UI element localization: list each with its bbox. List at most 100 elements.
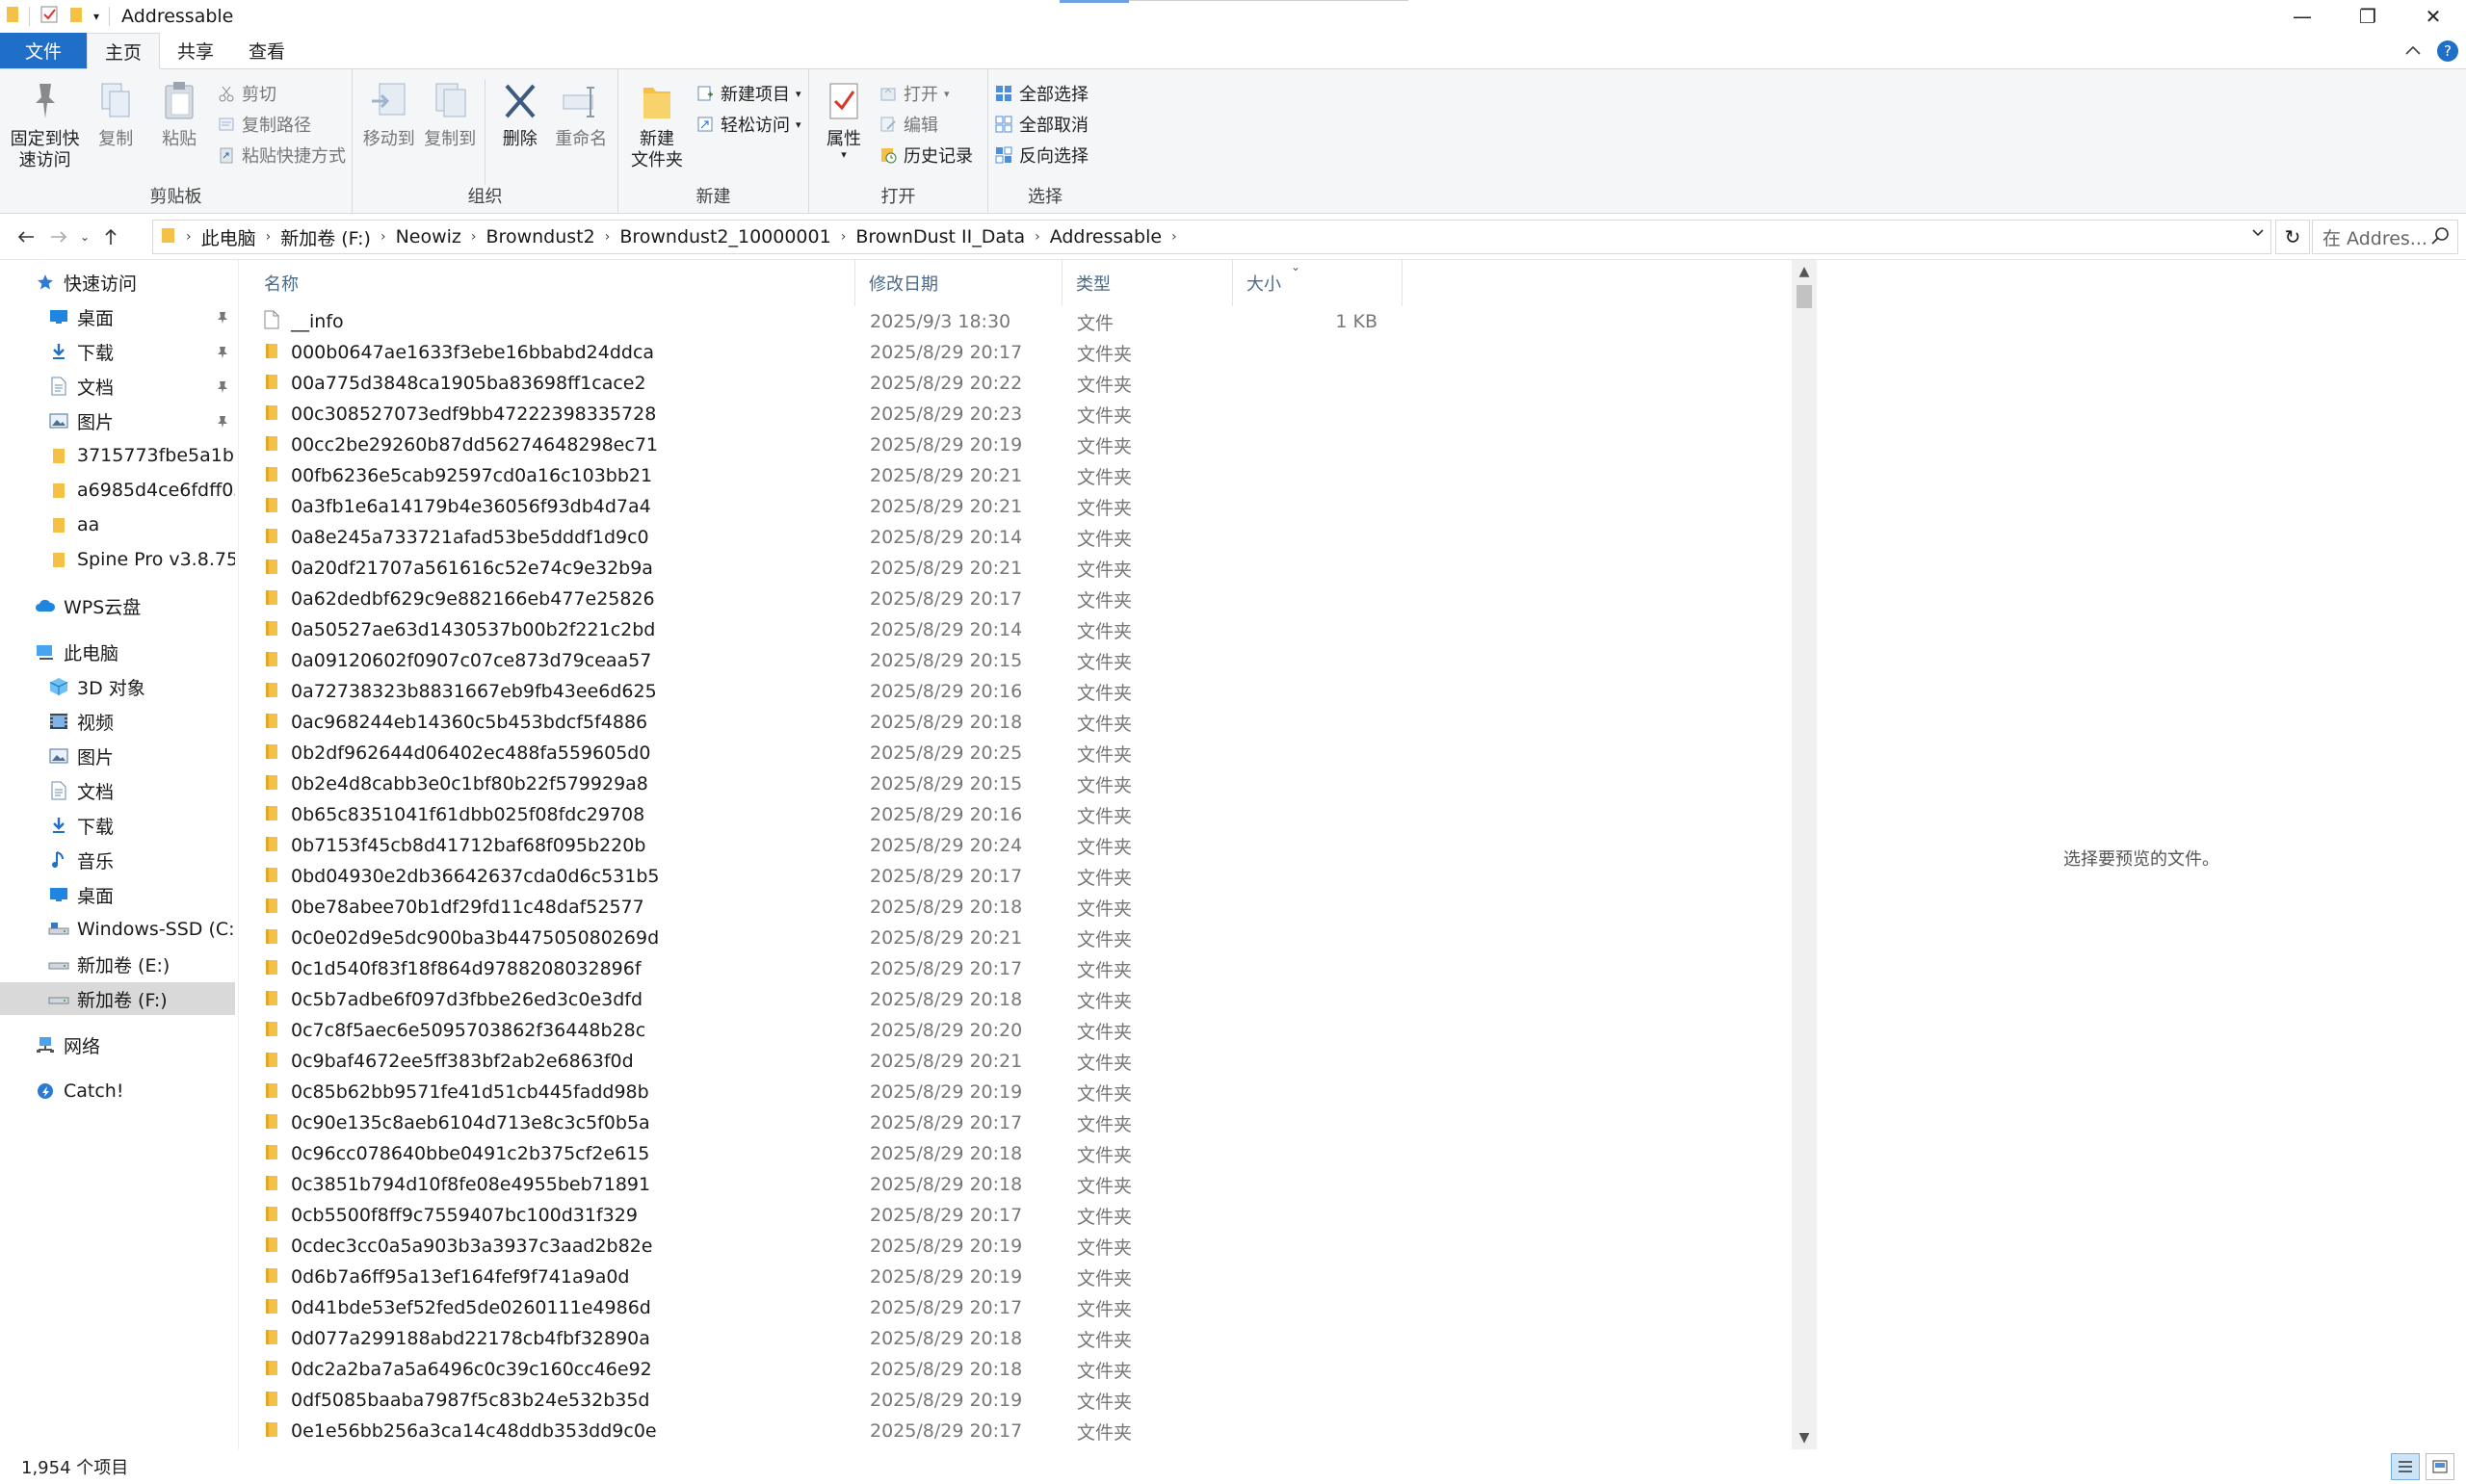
- file-row[interactable]: 0d6b7a6ff95a13ef164fef9f741a9a0d 2025/8/2…: [239, 1262, 1790, 1292]
- search-box[interactable]: 在 Addres...: [2312, 220, 2458, 254]
- new-item-button[interactable]: 新建项目 ▾: [695, 81, 801, 106]
- forward-button[interactable]: [42, 218, 75, 256]
- details-view-button[interactable]: [2391, 1453, 2420, 1480]
- sidebar-item[interactable]: Catch!: [0, 1075, 235, 1107]
- chevron-right-icon[interactable]: ›: [1169, 229, 1179, 245]
- history-button[interactable]: 历史记录: [879, 143, 973, 168]
- file-row[interactable]: 0a8e245a733721afad53be5dddf1d9c0 2025/8/2…: [239, 522, 1790, 553]
- qat-customize-icon[interactable]: ▾: [93, 10, 99, 23]
- sidebar-item[interactable]: 3D 对象: [0, 670, 235, 703]
- sidebar-item[interactable]: Spine Pro v3.8.75: [0, 543, 235, 576]
- file-row[interactable]: 0b65c8351041f61dbb025f08fdc29708 2025/8/2…: [239, 799, 1790, 830]
- scroll-down-icon[interactable]: ▼: [1792, 1426, 1817, 1449]
- file-row[interactable]: 0c85b62bb9571fe41d51cb445fadd98b 2025/8/2…: [239, 1077, 1790, 1107]
- file-row[interactable]: 0cdec3cc0a5a903b3a3937c3aad2b82e 2025/8/2…: [239, 1231, 1790, 1262]
- tab-home[interactable]: 主页: [87, 33, 161, 69]
- file-row[interactable]: 00cc2be29260b87dd56274648298ec71 2025/8/2…: [239, 430, 1790, 460]
- chevron-right-icon[interactable]: ›: [176, 229, 194, 245]
- qat-properties-icon[interactable]: [39, 5, 59, 28]
- file-row[interactable]: 0c1d540f83f18f864d9788208032896f 2025/8/2…: [239, 953, 1790, 984]
- file-row[interactable]: 0a20df21707a561616c52e74c9e32b9a 2025/8/2…: [239, 553, 1790, 584]
- sidebar-item[interactable]: Windows-SSD (C:): [0, 913, 235, 946]
- recent-locations-button[interactable]: ⌄: [75, 218, 94, 256]
- file-row[interactable]: 0b2df962644d06402ec488fa559605d0 2025/8/2…: [239, 738, 1790, 768]
- column-header-date[interactable]: 修改日期: [855, 260, 1062, 306]
- file-row[interactable]: 0a09120602f0907c07ce873d79ceaa57 2025/8/2…: [239, 645, 1790, 676]
- restore-button[interactable]: ❐: [2335, 0, 2400, 33]
- scroll-thumb[interactable]: [1797, 285, 1812, 308]
- file-row[interactable]: 0c90e135c8aeb6104d713e8c3c5f0b5a 2025/8/2…: [239, 1107, 1790, 1138]
- column-header-type[interactable]: 类型: [1062, 260, 1233, 306]
- file-row[interactable]: 0be78abee70b1df29fd11c48daf52577 2025/8/2…: [239, 892, 1790, 923]
- file-row[interactable]: 0d077a299188abd22178cb4fbf32890a 2025/8/2…: [239, 1323, 1790, 1354]
- copy-path-button[interactable]: 复制路径: [217, 112, 346, 137]
- sidebar-item[interactable]: 桌面: [0, 300, 235, 333]
- chevron-right-icon[interactable]: ›: [1033, 229, 1042, 245]
- file-row[interactable]: 0e1e56bb256a3ca14c48ddb353dd9c0e 2025/8/2…: [239, 1416, 1790, 1446]
- refresh-button[interactable]: ↻: [2275, 220, 2310, 254]
- sidebar-item[interactable]: 下载: [0, 809, 235, 842]
- breadcrumb-browndust2-10000001[interactable]: Browndust2_10000001: [612, 226, 838, 247]
- up-button[interactable]: [94, 218, 127, 256]
- sidebar-item[interactable]: 此电脑: [0, 636, 235, 668]
- chevron-right-icon[interactable]: ›: [469, 229, 479, 245]
- file-row[interactable]: 0d41bde53ef52fed5de0260111e4986d 2025/8/2…: [239, 1292, 1790, 1323]
- select-none-button[interactable]: 全部取消: [994, 112, 1089, 137]
- vertical-scrollbar[interactable]: ▲ ▼: [1792, 260, 1817, 1449]
- paste-shortcut-button[interactable]: 粘贴快捷方式: [217, 143, 346, 168]
- breadcrumb-browndust-ii-data[interactable]: BrownDust II_Data: [848, 226, 1033, 247]
- file-row[interactable]: 0c96cc078640bbe0491c2b375cf2e615 2025/8/2…: [239, 1138, 1790, 1169]
- chevron-right-icon[interactable]: ›: [379, 229, 388, 245]
- cut-button[interactable]: 剪切: [217, 81, 346, 106]
- back-button[interactable]: [10, 218, 42, 256]
- collapse-ribbon-icon[interactable]: [2404, 41, 2422, 60]
- help-icon[interactable]: ?: [2437, 39, 2458, 62]
- breadcrumb-addressable[interactable]: Addressable: [1042, 226, 1169, 247]
- chevron-right-icon[interactable]: ›: [264, 229, 274, 245]
- sidebar-item[interactable]: 3715773fbe5a1bc4: [0, 439, 235, 472]
- sidebar-item[interactable]: 新加卷 (E:): [0, 948, 235, 980]
- sidebar-item[interactable]: 桌面: [0, 878, 235, 911]
- file-row[interactable]: 00fb6236e5cab92597cd0a16c103bb21 2025/8/2…: [239, 460, 1790, 491]
- file-row[interactable]: 0b7153f45cb8d41712baf68f095b220b 2025/8/2…: [239, 830, 1790, 861]
- sidebar-item[interactable]: WPS云盘: [0, 589, 235, 622]
- tab-file[interactable]: 文件: [0, 33, 88, 68]
- breadcrumb-neowiz[interactable]: Neowiz: [388, 226, 469, 247]
- file-row[interactable]: 0c9baf4672ee5ff383bf2ab2e6863f0d 2025/8/2…: [239, 1046, 1790, 1077]
- file-row[interactable]: 0bd04930e2db36642637cda0d6c531b5 2025/8/2…: [239, 861, 1790, 892]
- chevron-right-icon[interactable]: ›: [603, 229, 613, 245]
- file-row[interactable]: 0cb5500f8ff9c7559407bc100d31f329 2025/8/2…: [239, 1200, 1790, 1231]
- select-all-button[interactable]: 全部选择: [994, 81, 1089, 106]
- file-row[interactable]: __info 2025/9/3 18:30 文件 1 KB: [239, 306, 1790, 337]
- sidebar-item[interactable]: 视频: [0, 705, 235, 738]
- sidebar-item[interactable]: 文档: [0, 370, 235, 403]
- file-row[interactable]: 0b2e4d8cabb3e0c1bf80b22f579929a8 2025/8/2…: [239, 768, 1790, 799]
- column-header-size[interactable]: 大小: [1233, 260, 1403, 306]
- address-box[interactable]: › 此电脑 › 新加卷 (F:) › Neowiz › Browndust2 ›…: [152, 220, 2271, 254]
- file-row[interactable]: 0c0e02d9e5dc900ba3b447505080269d 2025/8/2…: [239, 923, 1790, 953]
- open-button[interactable]: 打开 ▾: [879, 81, 973, 106]
- easy-access-button[interactable]: 轻松访问 ▾: [695, 112, 801, 137]
- breadcrumb-this-pc[interactable]: 此电脑: [194, 224, 264, 250]
- sidebar-item[interactable]: 图片: [0, 740, 235, 772]
- file-row[interactable]: 00c308527073edf9bb47222398335728 2025/8/2…: [239, 399, 1790, 430]
- file-row[interactable]: 0c5b7adbe6f097d3fbbe26ed3c0e3dfd 2025/8/2…: [239, 984, 1790, 1015]
- file-row[interactable]: 0a3fb1e6a14179b4e36056f93db4d7a4 2025/8/2…: [239, 491, 1790, 522]
- sidebar-item[interactable]: 图片: [0, 404, 235, 437]
- edit-button[interactable]: 编辑: [879, 112, 973, 137]
- file-row[interactable]: 0dc2a2ba7a5a6496c0c39c160cc46e92 2025/8/2…: [239, 1354, 1790, 1385]
- file-row[interactable]: 0a72738323b8831667eb9fb43ee6d625 2025/8/2…: [239, 676, 1790, 707]
- file-row[interactable]: 0c7c8f5aec6e5095703862f36448b28c 2025/8/2…: [239, 1015, 1790, 1046]
- file-row[interactable]: 000b0647ae1633f3ebe16bbabd24ddca 2025/8/2…: [239, 337, 1790, 368]
- tab-view[interactable]: 查看: [231, 33, 302, 68]
- file-row[interactable]: 00a775d3848ca1905ba83698ff1cace2 2025/8/2…: [239, 368, 1790, 399]
- chevron-right-icon[interactable]: ›: [839, 229, 849, 245]
- sidebar-item[interactable]: 文档: [0, 774, 235, 807]
- file-row[interactable]: 0a50527ae63d1430537b00b2f221c2bd 2025/8/2…: [239, 614, 1790, 645]
- scroll-up-icon[interactable]: ▲: [1792, 260, 1817, 283]
- sidebar-item[interactable]: 网络: [0, 1028, 235, 1061]
- qat-new-folder-icon[interactable]: [68, 5, 84, 28]
- breadcrumb-drive-f[interactable]: 新加卷 (F:): [273, 224, 379, 250]
- tab-share[interactable]: 共享: [160, 33, 231, 68]
- file-row[interactable]: 0df5085baaba7987f5c83b24e532b35d 2025/8/2…: [239, 1385, 1790, 1416]
